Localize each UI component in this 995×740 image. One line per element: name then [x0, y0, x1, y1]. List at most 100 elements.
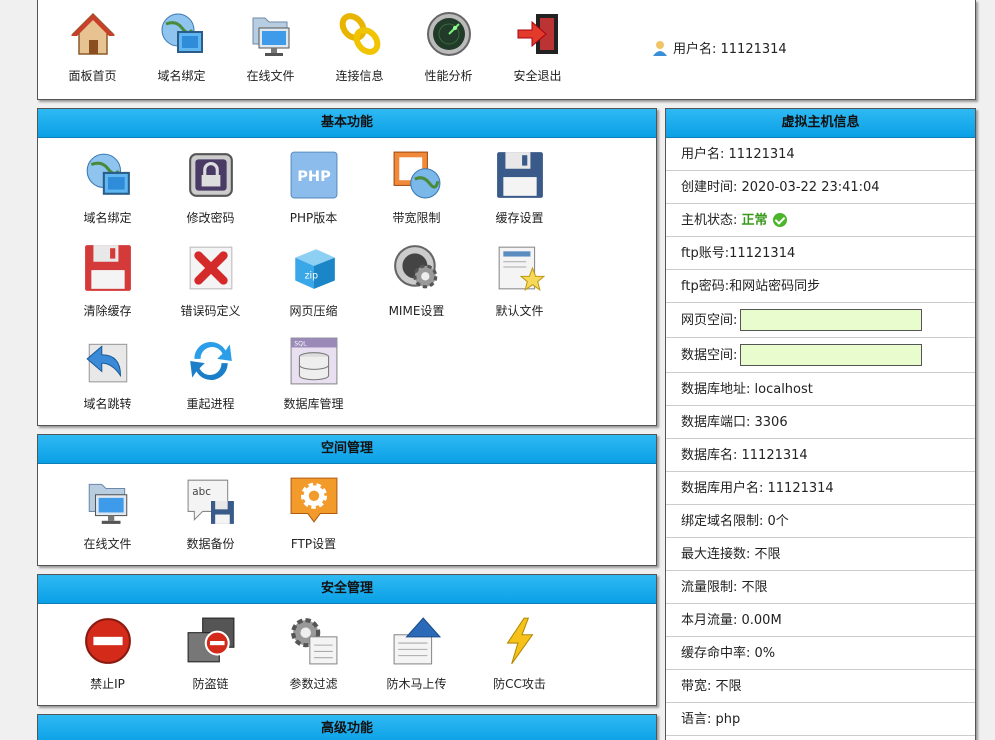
btn-bandwidth-limit-label: 带宽限制 — [392, 211, 441, 225]
info-status: 主机状态: 正常 — [666, 204, 975, 237]
folder-monitor-icon — [252, 17, 289, 56]
btn-error-code[interactable]: 错误码定义 — [159, 239, 262, 332]
nav-performance-label: 性能分析 — [424, 69, 473, 83]
floppy-disk-icon — [496, 152, 543, 198]
user-label: 用户名: 11121314 — [673, 42, 787, 57]
btn-anti-hotlink[interactable]: 防盗链 — [159, 612, 262, 705]
radar-icon — [426, 12, 471, 56]
btn-cache-settings-label: 缓存设置 — [495, 211, 544, 225]
no-entry-icon — [84, 618, 131, 664]
btn-mime-settings[interactable]: MIME设置 — [365, 239, 468, 332]
btn-database-manage-label: 数据库管理 — [283, 397, 344, 411]
btn-online-files-label: 在线文件 — [83, 537, 132, 551]
svg-text:PHP: PHP — [297, 168, 331, 185]
btn-change-password-label: 修改密码 — [186, 211, 235, 225]
nav-home-label: 面板首页 — [68, 69, 117, 83]
btn-cache-settings[interactable]: 缓存设置 — [468, 146, 571, 239]
document-star-icon — [498, 246, 545, 292]
btn-change-password[interactable]: 修改密码 — [159, 146, 262, 239]
globe-window-icon — [86, 153, 130, 195]
nav-domain-label: 域名绑定 — [157, 69, 206, 83]
info-db-port: 数据库端口: 3306 — [666, 406, 975, 439]
btn-ftp-settings[interactable]: FTP设置 — [262, 472, 365, 565]
info-web-space: 网页空间: — [666, 303, 975, 338]
btn-default-file-label: 默认文件 — [495, 304, 544, 318]
btn-online-files[interactable]: 在线文件 — [56, 472, 159, 565]
info-status-label: 主机状态: — [681, 212, 738, 228]
nav-home[interactable]: 面板首页 — [48, 10, 137, 84]
bandwidth-globe-icon — [393, 151, 440, 199]
info-db-host: 数据库地址: localhost — [666, 373, 975, 406]
info-db-space-label: 数据空间: — [681, 347, 738, 363]
svg-text:SQL: SQL — [294, 340, 307, 347]
folder-monitor-icon — [88, 483, 127, 524]
panel-basic-title: 基本功能 — [38, 109, 656, 138]
btn-domain-bind[interactable]: 域名绑定 — [56, 146, 159, 239]
btn-web-compress[interactable]: zip 网页压缩 — [262, 239, 365, 332]
btn-php-version-label: PHP版本 — [289, 211, 338, 225]
nav-connection[interactable]: 连接信息 — [315, 10, 404, 84]
restart-arrows-icon — [189, 341, 232, 381]
btn-anti-trojan[interactable]: 防木马上传 — [365, 612, 468, 705]
gear-disc-icon — [393, 245, 437, 289]
redirect-arrow-icon — [85, 343, 127, 383]
web-space-bar — [740, 309, 923, 331]
nav-logout-label: 安全退出 — [513, 69, 562, 83]
panel-basic: 基本功能 域名绑定 修改密码 PHP PHP版本 带宽限制 缓存设置 清除缓存 … — [37, 108, 657, 426]
top-bar: 面板首页 域名绑定 在线文件 连接信息 性能分析 安全退出 用户名: 11121… — [37, 0, 976, 100]
btn-domain-bind-label: 域名绑定 — [83, 211, 132, 225]
panel-space: 空间管理 在线文件 abc 数据备份 FTP设置 — [37, 434, 657, 566]
chain-link-icon — [339, 13, 380, 55]
btn-mime-settings-label: MIME设置 — [388, 304, 445, 318]
php-icon: PHP — [290, 151, 337, 199]
check-circle-icon — [772, 213, 787, 227]
btn-block-ip[interactable]: 禁止IP — [56, 612, 159, 705]
info-cache-hit: 缓存命中率: 0% — [666, 637, 975, 670]
db-space-bar — [740, 344, 923, 366]
ftp-gear-icon — [290, 477, 337, 523]
user-info: 用户名: 11121314 — [652, 38, 787, 57]
nav-domain[interactable]: 域名绑定 — [137, 10, 226, 84]
panel-advanced-title: 高级功能 — [38, 715, 656, 740]
panel-security-title: 安全管理 — [38, 575, 656, 604]
lightning-icon — [506, 617, 534, 665]
host-info-title: 虚拟主机信息 — [666, 109, 975, 138]
nav-logout[interactable]: 安全退出 — [493, 10, 582, 84]
btn-block-ip-label: 禁止IP — [90, 677, 125, 691]
btn-default-file[interactable]: 默认文件 — [468, 239, 571, 332]
btn-php-version[interactable]: PHP PHP版本 — [262, 146, 365, 239]
info-db-user: 数据库用户名: 11121314 — [666, 472, 975, 505]
exit-door-icon — [517, 14, 558, 54]
btn-restart-process[interactable]: 重起进程 — [159, 332, 262, 425]
hotlink-block-icon — [187, 617, 234, 663]
btn-anti-hotlink-label: 防盗链 — [192, 677, 229, 691]
btn-data-backup[interactable]: abc 数据备份 — [159, 472, 262, 565]
red-x-icon — [189, 246, 232, 290]
btn-error-code-label: 错误码定义 — [180, 304, 241, 318]
panel-advanced: 高级功能 — [37, 714, 657, 740]
btn-data-backup-label: 数据备份 — [186, 537, 235, 551]
btn-anti-cc[interactable]: 防CC攻击 — [468, 612, 571, 705]
btn-param-filter[interactable]: 参数过滤 — [262, 612, 365, 705]
info-month-traffic: 本月流量: 0.00M — [666, 604, 975, 637]
info-traffic-limit: 流量限制: 不限 — [666, 571, 975, 604]
nav-performance[interactable]: 性能分析 — [404, 10, 493, 84]
info-db-space: 数据空间: — [666, 338, 975, 373]
info-ftp-password: ftp密码:和网站密码同步 — [666, 270, 975, 303]
floppy-disk-red-icon — [84, 245, 131, 291]
sql-database-icon: SQL — [290, 337, 337, 385]
btn-restart-process-label: 重起进程 — [186, 397, 235, 411]
upload-arrow-icon — [393, 617, 441, 665]
filter-gear-icon — [290, 618, 337, 665]
zip-box-icon: zip — [294, 249, 335, 289]
info-created: 创建时间: 2020-03-22 23:41:04 — [666, 171, 975, 204]
lock-icon — [188, 153, 233, 197]
btn-clear-cache[interactable]: 清除缓存 — [56, 239, 159, 332]
btn-database-manage[interactable]: SQL 数据库管理 — [262, 332, 365, 425]
btn-bandwidth-limit[interactable]: 带宽限制 — [365, 146, 468, 239]
btn-domain-redirect[interactable]: 域名跳转 — [56, 332, 159, 425]
nav-connection-label: 连接信息 — [335, 69, 384, 83]
svg-text:zip: zip — [304, 270, 318, 281]
info-db-name: 数据库名: 11121314 — [666, 439, 975, 472]
nav-files[interactable]: 在线文件 — [226, 10, 315, 84]
